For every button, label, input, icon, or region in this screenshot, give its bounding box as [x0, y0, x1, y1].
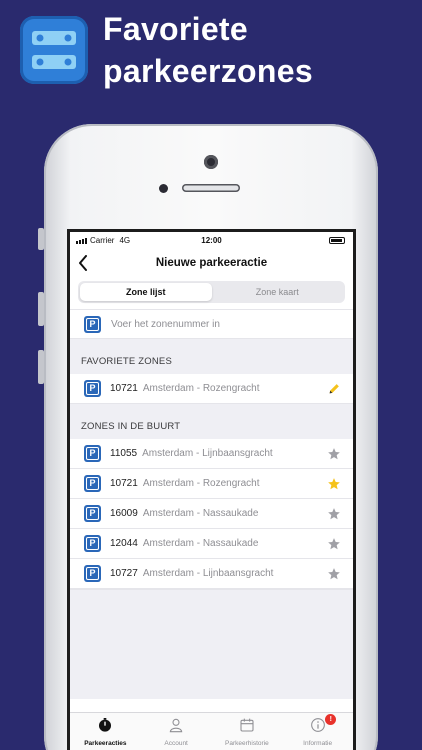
notification-badge: !: [325, 714, 337, 725]
tab-label: Account: [164, 740, 188, 747]
parking-symbol: P: [86, 382, 99, 395]
search-placeholder: Voer het zonenummer in: [111, 318, 220, 330]
nearby-zone-row[interactable]: P 10727 Amsterdam - Lijnbaansgracht: [70, 559, 353, 589]
nearby-zone-row[interactable]: P 10721 Amsterdam - Rozengracht: [70, 469, 353, 499]
segment-zone-list[interactable]: Zone lijst: [80, 283, 212, 301]
segmented-control: Zone lijst Zone kaart: [78, 281, 345, 303]
parking-icon: P: [84, 445, 101, 462]
star-icon[interactable]: [327, 567, 341, 586]
parking-icon: P: [84, 535, 101, 552]
page-title: Nieuwe parkeeractie: [155, 257, 268, 269]
volume-up-button: [38, 292, 44, 326]
zone-number: 16009: [110, 508, 138, 519]
back-chevron-icon[interactable]: [78, 255, 88, 276]
zone-name: Amsterdam - Lijnbaansgracht: [142, 448, 273, 459]
calendar-icon: [239, 717, 255, 738]
zone-number: 10727: [110, 568, 138, 579]
parking-icon: P: [84, 565, 101, 582]
tab-bar: Parkeeracties Account Parkeerhistorie Infor…: [70, 712, 353, 750]
favorite-zone-row[interactable]: P 10721 Amsterdam - Rozengracht: [70, 374, 353, 404]
pencil-icon[interactable]: [328, 382, 341, 400]
headline-line-2: parkeerzones: [103, 53, 313, 89]
parking-icon: P: [84, 380, 101, 397]
zone-name: Amsterdam - Nassaukade: [142, 508, 259, 519]
parking-symbol: P: [86, 477, 99, 490]
headline: Favoriete parkeerzones: [103, 8, 313, 92]
parking-symbol: P: [86, 567, 99, 580]
headline-line-1: Favoriete: [103, 11, 248, 47]
parking-symbol: P: [86, 447, 99, 460]
person-icon: [168, 717, 184, 738]
nearby-list: P 11055 Amsterdam - Lijnbaansgracht P 10…: [70, 439, 353, 589]
zone-name: Amsterdam - Rozengracht: [142, 478, 260, 489]
zone-name: Amsterdam - Rozengracht: [142, 383, 260, 394]
phone-screen: Carrier 4G 12:00 Nieuwe parkeeractie Zon…: [67, 229, 356, 750]
parking-icon: P: [84, 475, 101, 492]
earpiece-speaker: [182, 184, 240, 192]
star-icon[interactable]: [327, 507, 341, 526]
zone-number: 10721: [110, 383, 138, 394]
favorites-list: P 10721 Amsterdam - Rozengracht: [70, 374, 353, 404]
battery-icon: [329, 237, 345, 244]
nearby-zone-row[interactable]: P 16009 Amsterdam - Nassaukade: [70, 499, 353, 529]
zone-number: 11055: [110, 448, 138, 459]
tab-informatie[interactable]: Informatie!: [282, 713, 353, 750]
zone-search-field[interactable]: P Voer het zonenummer in: [70, 309, 353, 339]
mute-switch: [38, 228, 44, 250]
status-bar: Carrier 4G 12:00: [70, 232, 353, 249]
star-icon[interactable]: [327, 447, 341, 466]
zone-name: Amsterdam - Nassaukade: [142, 538, 259, 549]
zone-number: 10721: [110, 478, 138, 489]
star-icon[interactable]: [327, 537, 341, 556]
front-camera: [204, 155, 218, 169]
parking-symbol: P: [86, 537, 99, 550]
proximity-sensor: [159, 184, 168, 193]
tab-label: Parkeerhistorie: [225, 740, 269, 747]
list-background: [70, 589, 353, 699]
zone-name: Amsterdam - Lijnbaansgracht: [142, 568, 274, 579]
nearby-zone-row[interactable]: P 12044 Amsterdam - Nassaukade: [70, 529, 353, 559]
app-logo: [20, 16, 88, 84]
tab-parkeeracties[interactable]: Parkeeracties: [70, 713, 141, 750]
favorites-section-header: FAVORIETE ZONES: [70, 339, 353, 374]
status-time: 12:00: [201, 236, 222, 245]
star-icon[interactable]: [327, 477, 341, 496]
stopwatch-icon: [97, 717, 113, 738]
navigation-bar: Nieuwe parkeeractie: [70, 249, 353, 277]
volume-down-button: [38, 350, 44, 384]
nearby-section-header: ZONES IN DE BUURT: [70, 404, 353, 439]
tab-label: Parkeeracties: [84, 740, 127, 747]
parking-symbol: P: [86, 507, 99, 520]
tab-account[interactable]: Account: [141, 713, 212, 750]
info-icon: [310, 717, 326, 738]
parking-icon: P: [84, 505, 101, 522]
promo-header: Favoriete parkeerzones: [0, 0, 422, 110]
nearby-zone-row[interactable]: P 11055 Amsterdam - Lijnbaansgracht: [70, 439, 353, 469]
parking-icon: P: [84, 315, 101, 333]
segment-zone-map[interactable]: Zone kaart: [212, 283, 344, 301]
tab-label: Informatie: [303, 740, 333, 747]
zone-number: 12044: [110, 538, 138, 549]
tab-parkeerhistorie[interactable]: Parkeerhistorie: [212, 713, 283, 750]
